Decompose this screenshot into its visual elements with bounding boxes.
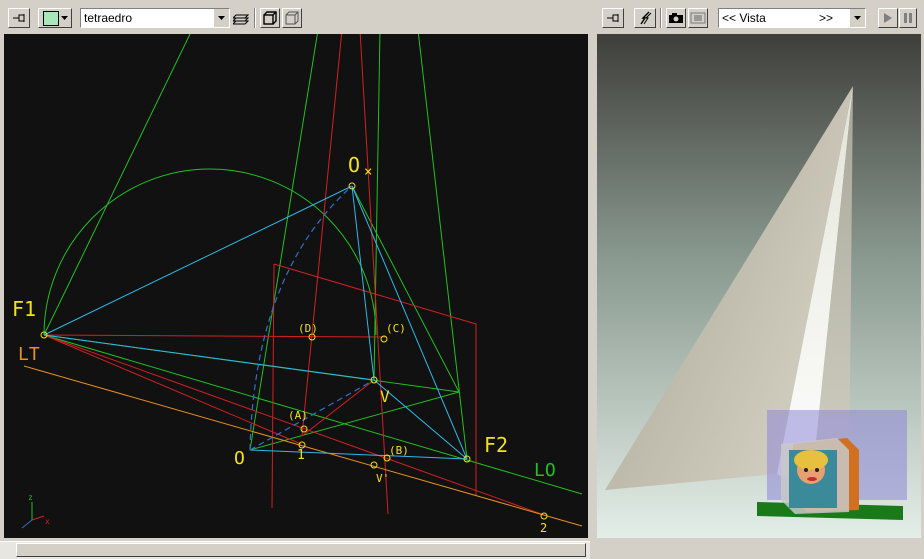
view-select-prefix: << Vista: [722, 11, 766, 25]
fill-color-button[interactable]: [38, 8, 72, 28]
axis-gizmo: z x: [21, 493, 50, 529]
drawing-pane: tetraedro O × F1 (D) (C) V (A) O 1 (B) F…: [0, 0, 590, 548]
label-a: (A): [288, 409, 308, 422]
green-line: [43, 34, 191, 336]
label-1: 1: [297, 448, 305, 463]
red-line: [301, 379, 375, 437]
drawing-canvas[interactable]: O × F1 (D) (C) V (A) O 1 (B) F2 V' 2 LT …: [4, 34, 588, 538]
label-b: (B): [389, 444, 409, 457]
layers-icon: [233, 14, 249, 25]
3d-view-toolbar: << Vista >>: [594, 0, 924, 34]
green-line: [417, 34, 468, 460]
chevron-down-icon: [61, 16, 68, 20]
object-select[interactable]: tetraedro: [80, 8, 230, 28]
axis-y-line: [21, 519, 33, 529]
solid-view-button[interactable]: [282, 8, 302, 28]
cyan-line: [351, 185, 468, 460]
pin-button[interactable]: [8, 8, 30, 28]
label-v-prime: V': [376, 472, 389, 485]
object-select-value: tetraedro: [84, 11, 133, 25]
cyan-line: [43, 185, 353, 336]
portrait-eye: [804, 468, 808, 472]
label-c: (C): [386, 322, 406, 335]
horizontal-scrollbar[interactable]: [0, 541, 590, 559]
view-select-arrow[interactable]: [849, 9, 865, 27]
wireframe-view-button[interactable]: [260, 8, 280, 28]
render-button[interactable]: [634, 8, 656, 28]
red-line: [271, 263, 275, 509]
pin-button[interactable]: [602, 8, 624, 28]
pause-icon: [904, 13, 912, 23]
3d-viewport[interactable]: [597, 34, 921, 538]
play-button[interactable]: [878, 8, 898, 28]
3d-scene[interactable]: [597, 34, 921, 538]
axis-x-line: [31, 515, 45, 521]
red-line: [43, 334, 387, 338]
chevron-down-icon: [854, 16, 861, 20]
point-v-prime[interactable]: [370, 461, 378, 469]
label-lo: LO: [534, 460, 556, 481]
color-swatch-icon: [43, 10, 59, 26]
label-d: (D): [298, 322, 318, 335]
portrait-eye: [815, 468, 819, 472]
portrait-hair: [794, 450, 828, 470]
layers-button[interactable]: [231, 8, 251, 28]
object-select-arrow[interactable]: [213, 9, 229, 27]
camera-icon: [669, 13, 683, 23]
toolbar-separator: [254, 8, 256, 28]
label-o: O: [234, 448, 245, 469]
label-f1: F1: [12, 297, 36, 321]
label-v: V: [380, 387, 390, 406]
blue-dashed-line: [249, 379, 375, 451]
axis-x-label: x: [45, 517, 50, 526]
descriptive-geometry-drawing[interactable]: O × F1 (D) (C) V (A) O 1 (B) F2 V' 2 LT …: [4, 34, 588, 538]
wire-cube-icon: [263, 11, 277, 25]
film-button[interactable]: [688, 8, 708, 28]
label-lt: LT: [18, 344, 40, 365]
film-icon: [690, 12, 706, 24]
view-select[interactable]: << Vista >>: [718, 8, 866, 28]
green-line: [249, 391, 460, 451]
solid-cube-icon: [285, 11, 299, 25]
label-star-mark: ×: [364, 164, 372, 180]
chevron-down-icon: [218, 16, 225, 20]
play-icon: [884, 13, 892, 23]
pin-icon: [607, 14, 619, 22]
status-bar: [594, 548, 924, 559]
lightning-icon: [640, 11, 652, 25]
green-line: [351, 185, 460, 393]
label-o-star: O: [348, 153, 360, 177]
label-2: 2: [540, 521, 547, 535]
pause-button[interactable]: [899, 8, 917, 28]
red-line: [43, 334, 302, 445]
toolbar-separator: [660, 8, 662, 28]
portrait-mouth: [807, 477, 817, 481]
pin-icon: [13, 14, 25, 22]
scrollbar-thumb[interactable]: [16, 543, 586, 557]
green-line: [249, 34, 318, 451]
3d-view-pane: << Vista >>: [594, 0, 924, 548]
view-select-suffix: >>: [819, 11, 834, 25]
cyan-line: [43, 334, 375, 381]
axis-z-label: z: [28, 493, 33, 502]
cyan-line: [249, 449, 468, 460]
label-f2: F2: [484, 433, 508, 457]
camera-button[interactable]: [666, 8, 686, 28]
drawing-toolbar: tetraedro: [0, 0, 590, 34]
